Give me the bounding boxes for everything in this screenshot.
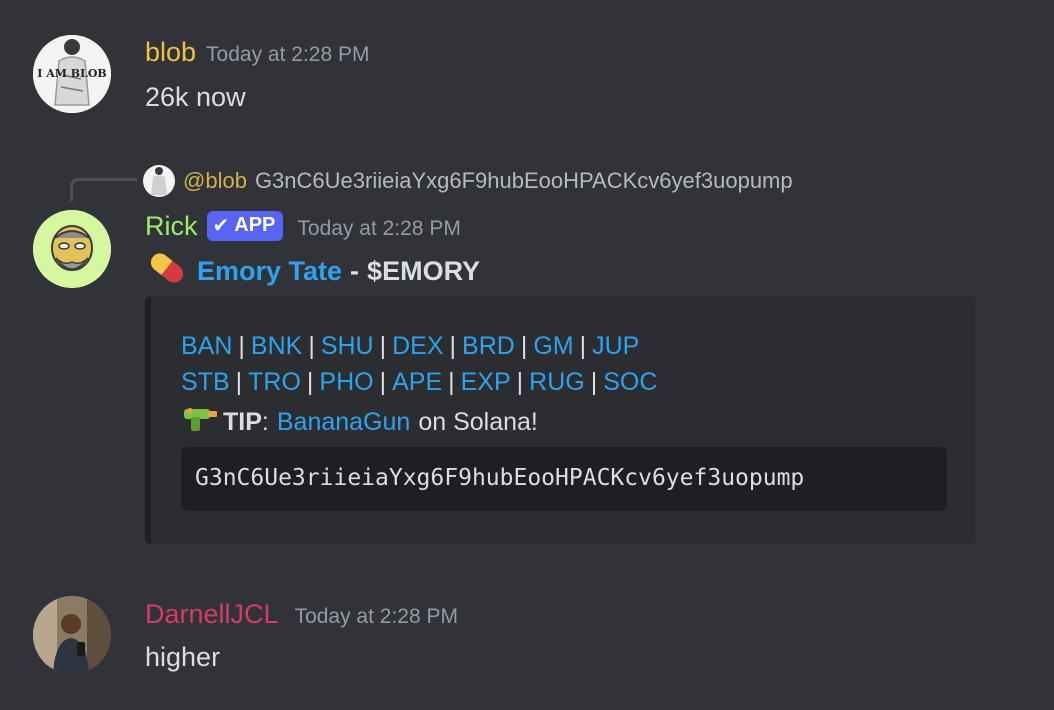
- app-badge: ✔ APP: [206, 210, 284, 241]
- embed-title: Emory Tate - $EMORY: [145, 250, 480, 293]
- username[interactable]: blob: [145, 37, 196, 68]
- message-header: DarnellJCL Today at 2:28 PM: [145, 599, 458, 630]
- reply-mention[interactable]: @blob: [183, 168, 247, 194]
- link-pho[interactable]: PHO: [319, 368, 373, 396]
- link-shu[interactable]: SHU: [321, 332, 374, 360]
- link-soc[interactable]: SOC: [603, 368, 657, 396]
- avatar-blob[interactable]: I AM BLOB: [33, 35, 111, 113]
- link-dex[interactable]: DEX: [392, 332, 443, 360]
- message-content: 26k now: [145, 82, 246, 112]
- avatar-logo-text: I AM BLOB: [37, 67, 106, 80]
- reply-text[interactable]: G3nC6Ue3riieiaYxg6F9hubEooHPACKcv6yef3uo…: [255, 168, 793, 194]
- reply-reference[interactable]: @blob G3nC6Ue3riieiaYxg6F9hubEooHPACKcv6…: [143, 165, 793, 197]
- username[interactable]: Rick: [145, 211, 198, 242]
- avatar-rick[interactable]: [33, 210, 111, 288]
- link-stb[interactable]: STB: [181, 368, 230, 396]
- link-ban[interactable]: BAN: [181, 332, 232, 360]
- link-tro[interactable]: TRO: [248, 368, 301, 396]
- tip-colon: :: [261, 408, 269, 436]
- link-ape[interactable]: APE: [392, 368, 442, 396]
- title-separator: -: [350, 256, 360, 286]
- timestamp[interactable]: Today at 2:28 PM: [297, 217, 460, 241]
- link-exp[interactable]: EXP: [461, 368, 511, 396]
- tip-suffix: on Solana!: [418, 408, 538, 436]
- contract-address-codeblock[interactable]: G3nC6Ue3riieiaYxg6F9hubEooHPACKcv6yef3uo…: [181, 447, 947, 511]
- username[interactable]: DarnellJCL: [145, 599, 279, 630]
- pill-icon: [145, 250, 189, 293]
- checkmark-icon: ✔: [212, 215, 230, 237]
- link-jup[interactable]: JUP: [592, 332, 639, 360]
- link-brd[interactable]: BRD: [462, 332, 515, 360]
- bot-embed: BAN | BNK | SHU | DEX | BRD | GM | JUP STB | TRO | PHO | A…: [145, 296, 975, 544]
- reply-avatar: [143, 165, 175, 197]
- token-name-link[interactable]: Emory Tate: [197, 256, 342, 287]
- timestamp[interactable]: Today at 2:28 PM: [295, 605, 458, 629]
- app-badge-label: APP: [234, 214, 276, 236]
- message-content: higher: [145, 642, 221, 672]
- exchange-links-row-2: STB | TRO | PHO | APE | EXP | RUG | SOC: [181, 368, 658, 396]
- bananagun-link[interactable]: BananaGun: [277, 408, 410, 437]
- avatar-darnelljcl[interactable]: [33, 596, 111, 674]
- message-header: blob Today at 2:28 PM: [145, 37, 369, 68]
- reply-spine: [70, 178, 137, 201]
- message-header: Rick ✔ APP Today at 2:28 PM: [145, 210, 461, 244]
- timestamp[interactable]: Today at 2:28 PM: [206, 43, 369, 67]
- link-rug[interactable]: RUG: [529, 368, 585, 396]
- token-ticker: $EMORY: [367, 256, 481, 286]
- chat-messages: I AM BLOB blob Today at 2:28 PM 26k now …: [0, 0, 1054, 710]
- water-gun-icon: [181, 404, 219, 441]
- link-gm[interactable]: GM: [533, 332, 573, 360]
- exchange-links-row-1: BAN | BNK | SHU | DEX | BRD | GM | JUP: [181, 332, 640, 360]
- link-bnk[interactable]: BNK: [251, 332, 302, 360]
- tip-row: TIP: BananaGun on Solana!: [181, 404, 538, 441]
- tip-label: TIP: [223, 408, 262, 436]
